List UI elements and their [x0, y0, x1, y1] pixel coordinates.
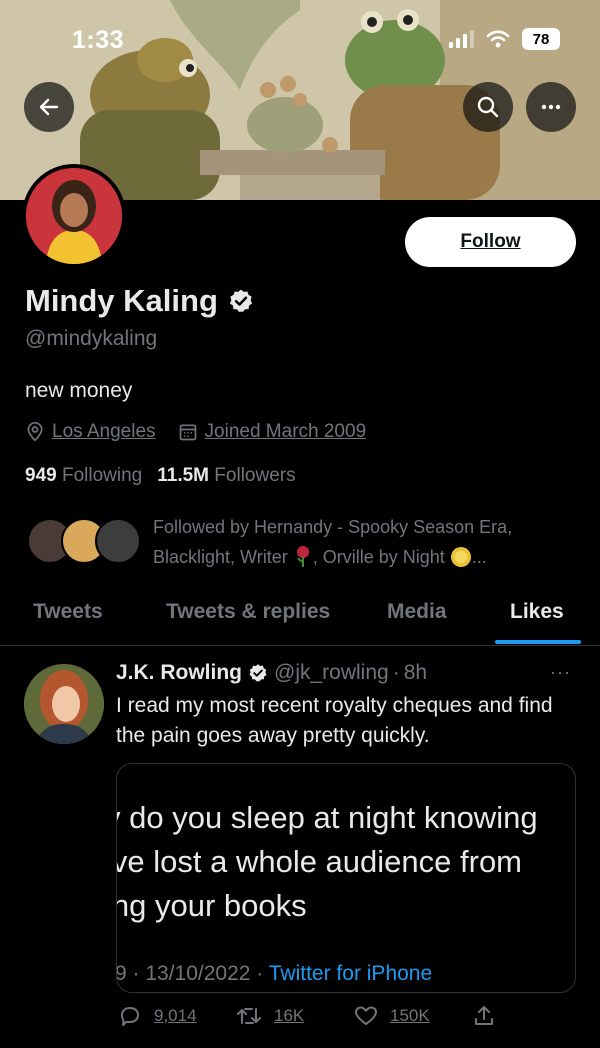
- rose-emoji-icon: [296, 546, 309, 567]
- battery-indicator: 78: [522, 28, 560, 50]
- calendar-icon: [179, 424, 196, 441]
- share-icon: [475, 1006, 493, 1025]
- signal-icon: [449, 30, 474, 48]
- following-stat[interactable]: 949 Following: [25, 465, 142, 487]
- tweet-header: J.K. Rowling @jk_rowling · 8h: [116, 661, 427, 685]
- profile-bio: new money: [25, 379, 133, 402]
- profile-meta: Los Angeles Joined March 2009: [25, 421, 366, 443]
- retweet-count: 16K: [274, 1006, 305, 1025]
- tweet-time[interactable]: 8h: [404, 661, 427, 685]
- status-bar: 1:33 78: [0, 0, 600, 80]
- reply-button[interactable]: 9,014: [118, 1004, 197, 1028]
- follower-avatar: [95, 518, 141, 564]
- followers-stat[interactable]: 11.5M Followers: [157, 465, 295, 487]
- location-link[interactable]: Los Angeles: [52, 421, 156, 443]
- verified-badge-icon: [249, 664, 267, 682]
- tweet-separator: ·: [392, 661, 400, 684]
- tweet-author-avatar[interactable]: [24, 664, 104, 744]
- follow-button[interactable]: Follow: [405, 217, 576, 267]
- back-button[interactable]: [24, 82, 74, 132]
- like-count: 150K: [390, 1006, 430, 1025]
- active-tab-indicator: [495, 640, 581, 644]
- arrow-left-icon: [39, 98, 59, 116]
- share-button[interactable]: [472, 1004, 496, 1028]
- tweet-author-name[interactable]: J.K. Rowling: [116, 661, 242, 685]
- reply-count: 9,014: [154, 1006, 197, 1025]
- profile-tabs: Tweets Tweets & replies Media Likes: [0, 590, 600, 646]
- more-options-button[interactable]: [526, 82, 576, 132]
- search-button[interactable]: [463, 82, 513, 132]
- like-button[interactable]: 150K: [354, 1004, 430, 1028]
- profile-name: Mindy Kaling: [25, 283, 218, 318]
- tweet-more-icon[interactable]: ···: [550, 662, 571, 683]
- quoted-text: v do you sleep at night knowing ’ve lost…: [116, 800, 538, 923]
- quoted-tweet-screenshot[interactable]: v do you sleep at night knowing ’ve lost…: [116, 763, 576, 993]
- joined-date: Joined March 2009: [204, 421, 367, 442]
- profile-avatar[interactable]: [22, 164, 126, 268]
- reply-icon: [121, 1007, 139, 1026]
- profile-name-row: Mindy Kaling: [25, 283, 254, 319]
- coin-emoji-icon: [450, 547, 471, 567]
- profile-handle: @mindykaling: [25, 327, 158, 350]
- quoted-meta: 9 · 13/10/2022 · Twitter for iPhone: [116, 962, 433, 985]
- more-horizontal-icon: [541, 104, 561, 110]
- tab-tweets[interactable]: Tweets: [33, 600, 103, 624]
- follow-stats: 949 Following 11.5M Followers: [25, 465, 296, 487]
- tweet-author-handle[interactable]: @jk_rowling: [274, 661, 389, 685]
- followed-by-avatars: [27, 518, 147, 568]
- heart-icon: [355, 1006, 377, 1025]
- followed-by-text: Followed by Hernandy - Spooky Season Era…: [153, 517, 513, 567]
- verified-badge-icon: [229, 289, 252, 313]
- tab-tweets-and-replies[interactable]: Tweets & replies: [166, 600, 330, 624]
- retweet-button[interactable]: 16K: [236, 1004, 304, 1028]
- location-pin-icon: [27, 422, 43, 442]
- tab-media[interactable]: Media: [387, 600, 447, 624]
- wifi-icon: [486, 30, 510, 48]
- tweet-actions: 9,014 16K 150K: [118, 1004, 598, 1038]
- tab-likes[interactable]: Likes: [510, 600, 564, 624]
- tweet-text: I read my most recent royalty cheques an…: [116, 694, 553, 747]
- retweet-icon: [237, 1008, 261, 1024]
- status-time: 1:33: [72, 26, 125, 54]
- search-icon: [477, 96, 499, 118]
